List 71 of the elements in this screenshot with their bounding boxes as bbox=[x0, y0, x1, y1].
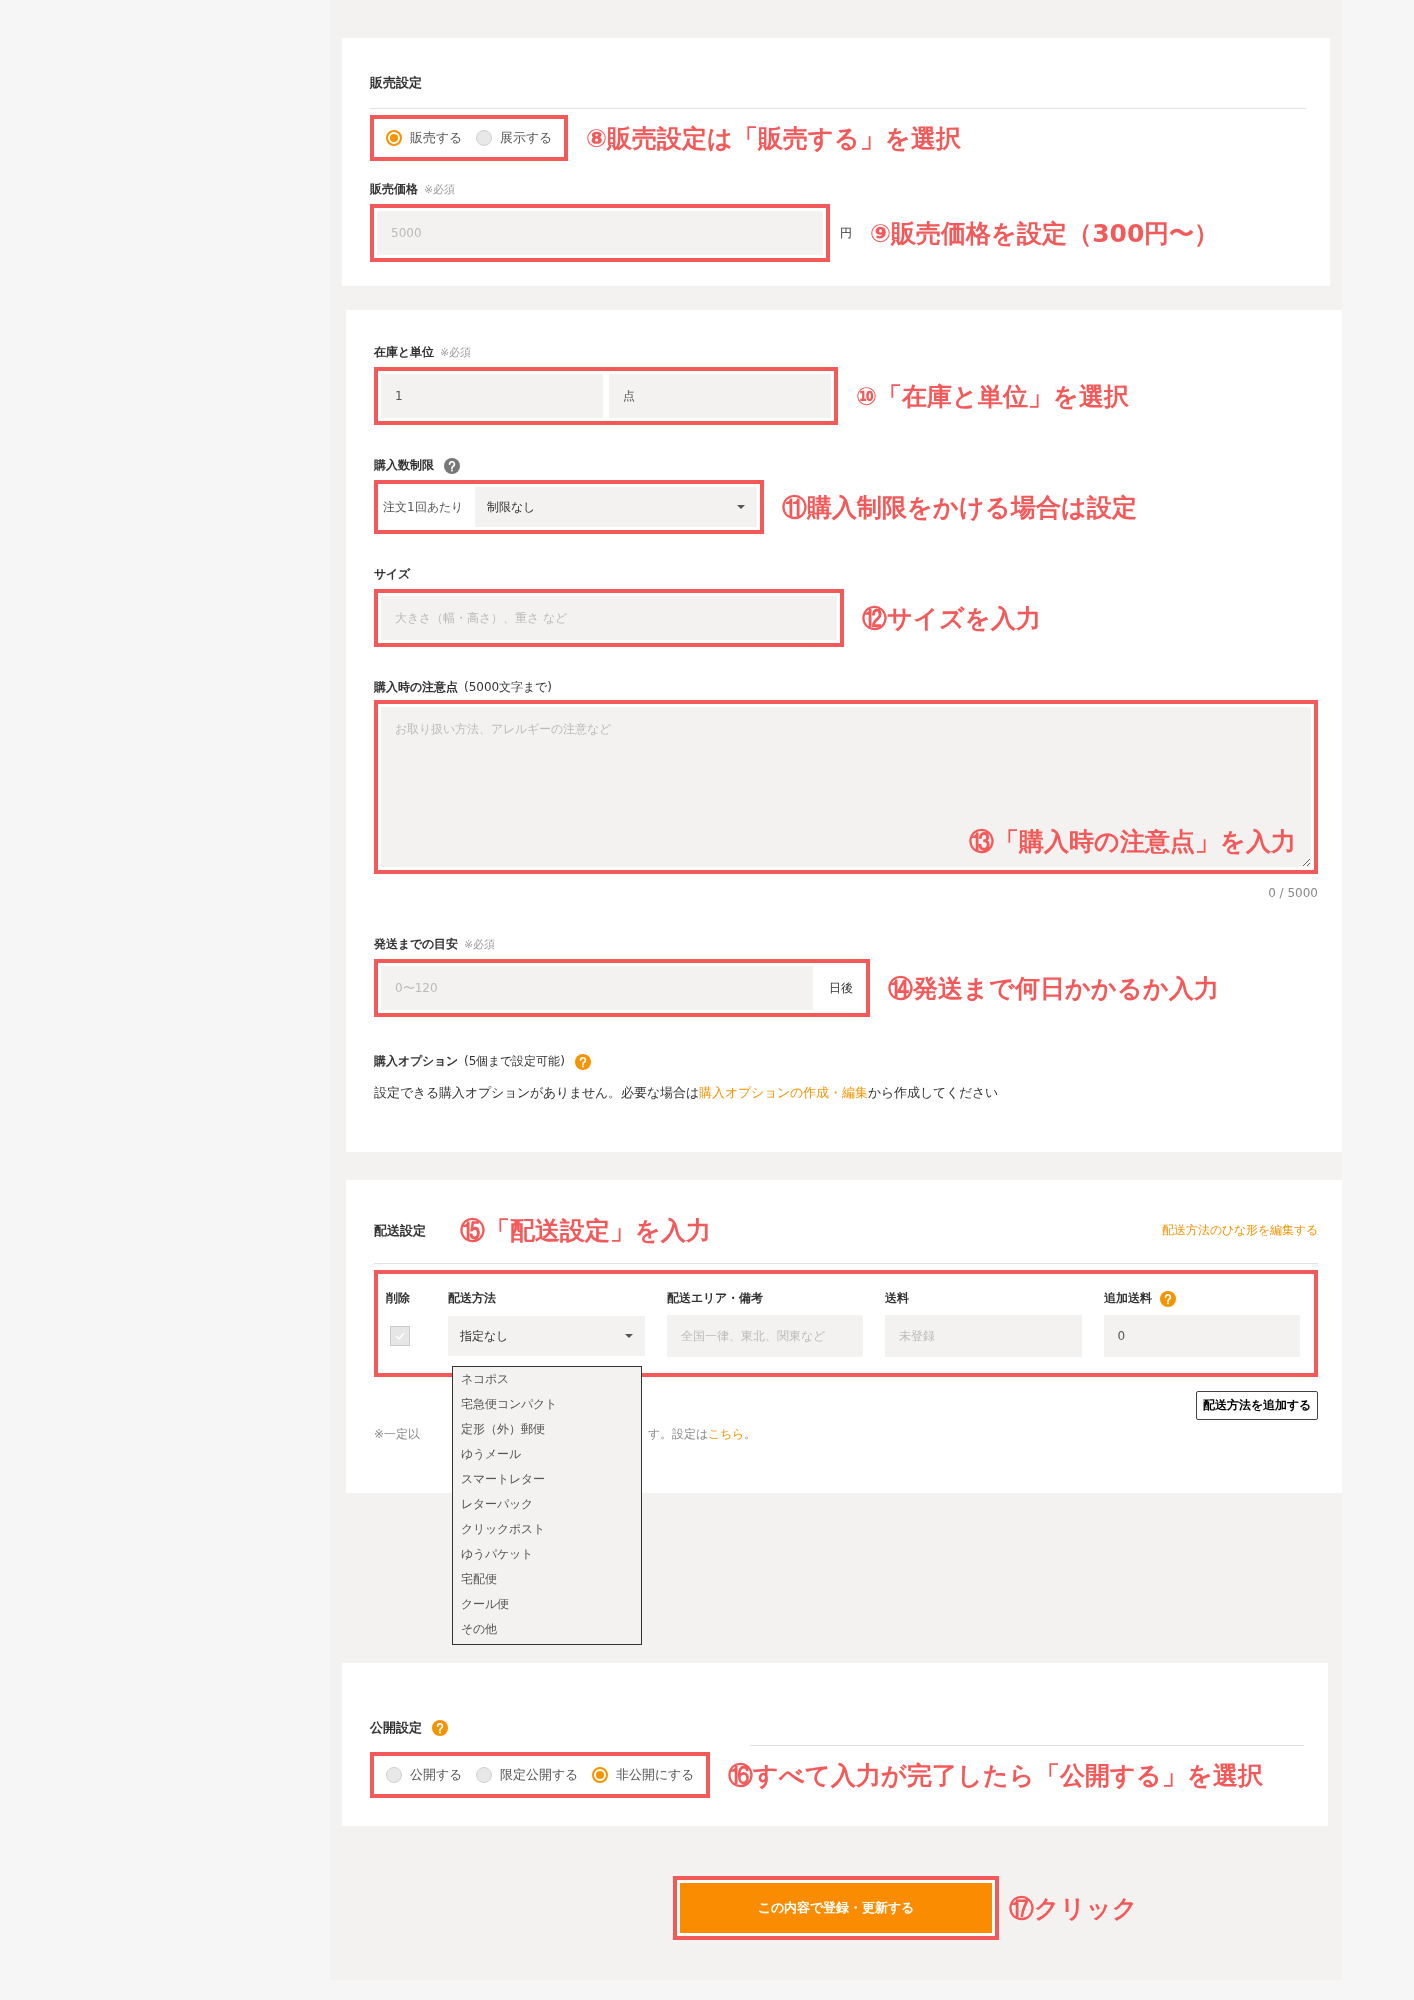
radio-option[interactable]: 販売する bbox=[386, 129, 462, 147]
annotation-text: ⑪購入制限をかける場合は設定 bbox=[781, 491, 1137, 524]
character-counter: 0 / 5000 bbox=[1267, 886, 1318, 900]
note-text: ※一定以 bbox=[374, 1426, 422, 1443]
radio-button[interactable] bbox=[386, 1767, 402, 1783]
menu-option[interactable]: クール便 bbox=[453, 1592, 641, 1617]
radio-option[interactable]: 展示する bbox=[476, 129, 552, 147]
field-label: 発送までの目安 bbox=[374, 936, 458, 953]
column-header: 追加送料 bbox=[1103, 1290, 1300, 1307]
caret-icon bbox=[624, 1334, 633, 1338]
price-field[interactable]: 5000 bbox=[377, 211, 823, 255]
section-title: 販売設定 bbox=[370, 74, 423, 92]
help-icon[interactable] bbox=[432, 1720, 448, 1736]
check-icon bbox=[395, 1332, 405, 1340]
menu-option[interactable]: その他 bbox=[453, 1617, 641, 1642]
menu-option[interactable]: ネコポス bbox=[453, 1367, 641, 1392]
column-header: 配送方法 bbox=[448, 1290, 497, 1307]
menu-option[interactable]: 宅急便コンパクト bbox=[453, 1392, 641, 1417]
help-icon[interactable] bbox=[1159, 1290, 1176, 1307]
column-header: 配送エリア・備考 bbox=[666, 1290, 764, 1307]
annotation-text: ⑬「購入時の注意点」を入力 bbox=[969, 826, 1296, 858]
field-label: 購入オプション bbox=[374, 1053, 458, 1070]
menu-option[interactable]: 宅配便 bbox=[453, 1567, 641, 1592]
menu-option[interactable]: スマートレター bbox=[453, 1467, 641, 1492]
radio-button[interactable] bbox=[386, 130, 402, 146]
field-label: 購入数制限 bbox=[374, 457, 434, 474]
menu-option[interactable]: レターパック bbox=[453, 1492, 641, 1517]
annotation-text: ⑯すべて入力が完了したら「公開する」を選択 bbox=[728, 1759, 1263, 1792]
field-label: 購入時の注意点 bbox=[374, 679, 458, 696]
menu-option[interactable]: クリックポスト bbox=[453, 1517, 641, 1542]
radio-option[interactable]: 公開する bbox=[386, 1766, 462, 1784]
help-icon[interactable] bbox=[575, 1053, 591, 1070]
menu-option[interactable]: ゆうパケット bbox=[453, 1542, 641, 1567]
days-field[interactable]: 0〜120 bbox=[381, 966, 813, 1010]
unit-field[interactable]: 点 bbox=[609, 374, 831, 418]
info-message: 設定できる購入オプションがありません。必要な場合は購入オプションの作成・編集から作成してください bbox=[374, 1084, 999, 1102]
section-title: 公開設定 bbox=[370, 1719, 422, 1737]
required-note: ※必須 bbox=[440, 345, 472, 360]
column-header: 送料 bbox=[885, 1290, 910, 1307]
help-icon[interactable] bbox=[444, 457, 460, 474]
field-label: 在庫と単位 bbox=[374, 344, 434, 361]
radio-button[interactable] bbox=[476, 1767, 492, 1783]
radio-button[interactable] bbox=[592, 1767, 608, 1783]
currency-label: 円 bbox=[840, 224, 852, 242]
limit-dropdown[interactable]: 制限なし bbox=[474, 487, 757, 527]
note-text: す。設定はこちら。 bbox=[648, 1426, 756, 1443]
column-header: 削除 bbox=[386, 1290, 411, 1307]
annotation-text: ⑩「在庫と単位」を選択 bbox=[856, 380, 1130, 413]
add-method-button[interactable]: 配送方法を追加する bbox=[1196, 1391, 1318, 1420]
radio-button[interactable] bbox=[476, 130, 492, 146]
field-suffix: 日後 bbox=[828, 979, 854, 997]
field-hint: (5000文字まで) bbox=[464, 679, 552, 696]
annotation-text: ⑭発送まで何日かかるか入力 bbox=[888, 972, 1219, 1005]
radio-option[interactable]: 非公開にする bbox=[592, 1766, 694, 1784]
annotation-text: ⑰クリック bbox=[1009, 1892, 1139, 1925]
required-note: ※必須 bbox=[464, 937, 496, 952]
section-title: 配送設定 bbox=[374, 1221, 426, 1240]
field-label: サイズ bbox=[374, 566, 410, 583]
quantity-field[interactable]: 1 bbox=[381, 374, 603, 418]
annotation-text: ⑮「配送設定」を入力 bbox=[460, 1215, 711, 1247]
annotation-text: ⑫サイズを入力 bbox=[862, 602, 1041, 635]
field-hint: (5個まで設定可能) bbox=[464, 1053, 565, 1070]
caret-icon bbox=[736, 505, 745, 509]
field-prefix: 注文1回あたり bbox=[382, 498, 464, 516]
menu-option[interactable]: ゆうメール bbox=[453, 1442, 641, 1467]
annotation-text: ⑧販売設定は「販売する」を選択 bbox=[586, 122, 962, 155]
field-label: 販売価格 bbox=[370, 181, 418, 198]
annotation-text: ⑨販売価格を設定（300円〜） bbox=[870, 217, 1220, 250]
radio-option[interactable]: 限定公開する bbox=[476, 1766, 578, 1784]
required-note: ※必須 bbox=[424, 182, 456, 197]
menu-option[interactable]: 定形（外）郵便 bbox=[453, 1417, 641, 1442]
